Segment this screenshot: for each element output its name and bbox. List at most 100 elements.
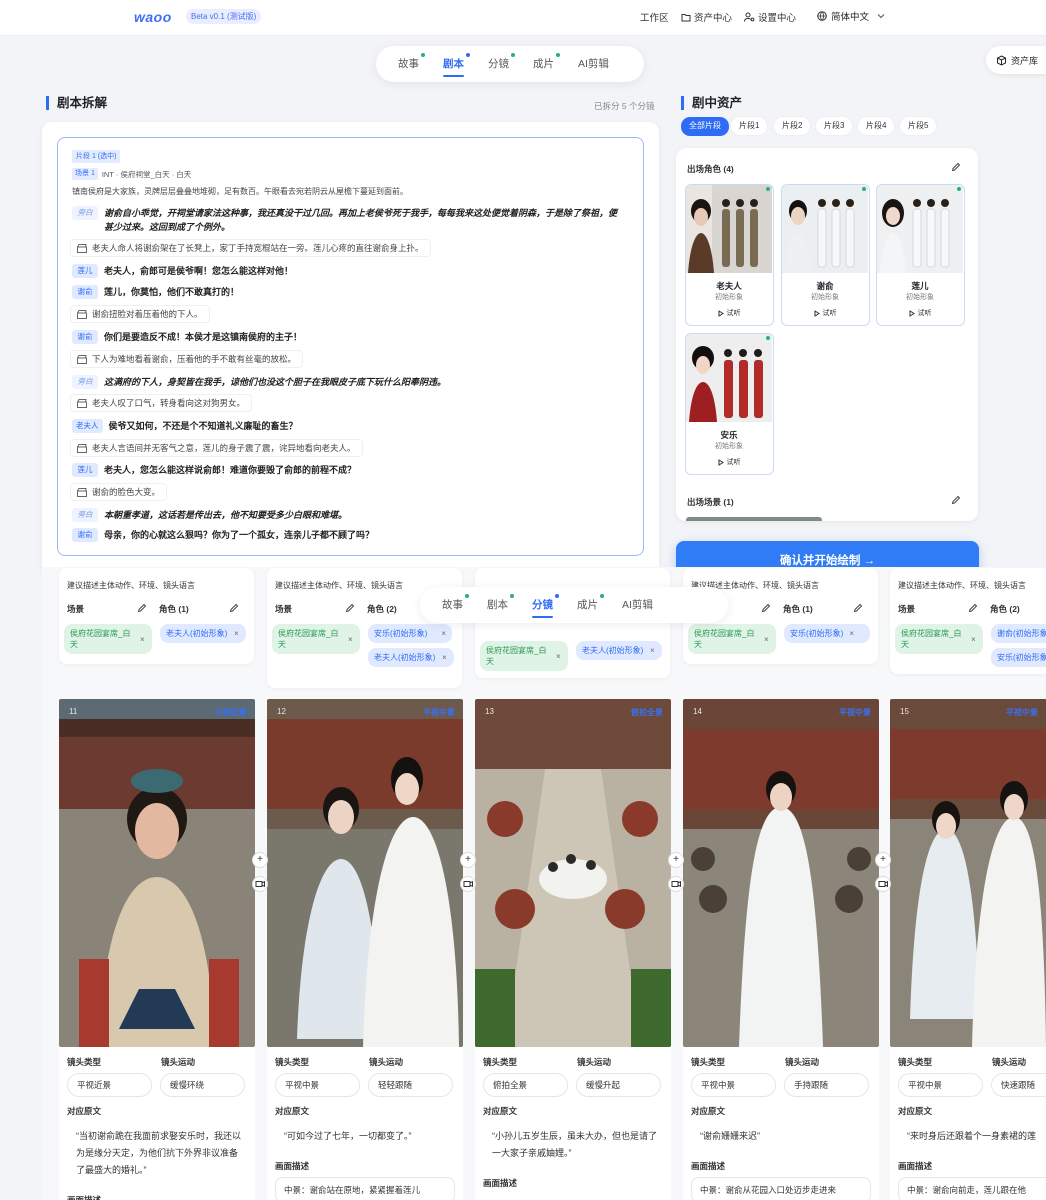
insert-shot-button[interactable]: + <box>253 853 267 867</box>
edit-icon[interactable] <box>229 603 239 613</box>
scene-chip[interactable]: 侯府花园宴席_白天 × <box>895 624 983 654</box>
asset-library-button[interactable]: 资产库 <box>986 46 1046 74</box>
shot-move-select[interactable]: 手持跟随 <box>784 1073 869 1097</box>
remove-icon[interactable]: × <box>971 634 976 645</box>
speaker-tag: 谢俞 <box>72 528 98 542</box>
tab-film[interactable]: 成片 <box>565 587 610 623</box>
role-chip[interactable]: 老夫人(初始形象) × <box>160 624 246 643</box>
shot-type-select[interactable]: 俯拍全景 <box>483 1073 568 1097</box>
status-dot <box>555 594 559 598</box>
segment-1-box[interactable]: 片段 1 (选中) 场景 1 INT · 侯府祠堂_白天 · 白天 镇南侯府是大… <box>57 137 644 556</box>
tab-storyboard[interactable]: 分镜 <box>476 46 521 82</box>
edit-icon[interactable] <box>951 162 961 172</box>
status-dot <box>466 53 470 57</box>
insert-shot-button[interactable]: + <box>876 853 890 867</box>
filter-segment-4[interactable]: 片段4 <box>858 117 895 135</box>
filter-segment-3[interactable]: 片段3 <box>816 117 853 135</box>
role-chip[interactable]: 谢俞(初始形象) <box>991 624 1046 643</box>
edit-icon[interactable] <box>761 603 771 613</box>
remove-icon[interactable]: × <box>140 634 145 645</box>
role-chip[interactable]: 老夫人(初始形象) × <box>368 648 454 667</box>
language-select[interactable]: 简体中文 <box>811 6 889 26</box>
shot-image[interactable]: 11 平视近景 <box>59 699 255 1047</box>
nav-workspace[interactable]: 工作区 <box>640 10 669 24</box>
shot-type-label: 镜头类型 <box>691 1057 726 1067</box>
character-name: 安乐 <box>720 430 738 440</box>
role-chip[interactable]: 安乐(初始形象) × <box>784 624 870 643</box>
audition-button[interactable]: 试听 <box>782 308 868 318</box>
shot-move-select[interactable]: 缓慢环绕 <box>160 1073 245 1097</box>
remove-icon[interactable]: × <box>650 645 655 656</box>
tab-storyboard[interactable]: 分镜 <box>520 587 565 623</box>
description-input[interactable]: 中景：谢俞向前走，莲儿跟在他 <box>898 1177 1046 1200</box>
nav-asset-center[interactable]: 资产中心 <box>681 10 732 24</box>
speaker-tag: 旁白 <box>72 508 98 522</box>
character-card[interactable]: 老夫人 初始形象 试听 <box>685 184 774 326</box>
chevron-down-icon <box>877 14 885 19</box>
video-icon[interactable] <box>253 877 267 891</box>
original-text: “谢俞姗姗来迟” <box>700 1131 760 1141</box>
insert-shot-button[interactable]: + <box>669 853 683 867</box>
shot-move-label: 镜头运动 <box>992 1057 1027 1067</box>
tab-story[interactable]: 故事 <box>386 46 431 82</box>
audition-button[interactable]: 试听 <box>686 308 772 318</box>
remove-icon[interactable]: × <box>234 628 239 639</box>
shot-image[interactable]: 13 俯拍全景 <box>475 699 671 1047</box>
remove-icon[interactable]: × <box>849 628 854 639</box>
segment-tag: 片段 1 (选中) <box>72 150 121 163</box>
scene-chip[interactable]: 侯府花园宴席_白天 × <box>272 624 360 654</box>
scene-chip[interactable]: 侯府花园宴席_白天 × <box>480 641 568 671</box>
role-chip[interactable]: 安乐(初始形象) × <box>368 624 452 643</box>
role-chip[interactable]: 安乐(初始形象) <box>991 648 1046 667</box>
filter-all[interactable]: 全部片段 <box>681 117 729 136</box>
tab-script[interactable]: 剧本 <box>431 46 476 82</box>
character-portrait <box>686 185 772 273</box>
edit-icon[interactable] <box>951 495 961 505</box>
shot-move-select[interactable]: 轻轻跟随 <box>368 1073 453 1097</box>
shot-type-select[interactable]: 平视中景 <box>275 1073 360 1097</box>
audition-button[interactable]: 试听 <box>686 457 772 467</box>
remove-icon[interactable]: × <box>441 628 446 639</box>
tab-ai-edit[interactable]: AI剪辑 <box>610 587 665 623</box>
edit-icon[interactable] <box>345 603 355 613</box>
role-chip[interactable]: 老夫人(初始形象) × <box>576 641 662 660</box>
filter-segment-2[interactable]: 片段2 <box>774 117 811 135</box>
character-card[interactable]: 安乐 初始形象 试听 <box>685 333 774 475</box>
remove-icon[interactable]: × <box>556 651 561 662</box>
remove-icon[interactable]: × <box>442 652 447 663</box>
tab-story[interactable]: 故事 <box>430 587 475 623</box>
edit-icon[interactable] <box>968 603 978 613</box>
shot-image[interactable]: 15 平视中景 <box>890 699 1046 1047</box>
shot-type-select[interactable]: 平视近景 <box>67 1073 152 1097</box>
character-card[interactable]: 谢俞 初始形象 试听 <box>781 184 870 326</box>
description-input[interactable]: 中景：谢俞站在原地，紧紧握着莲儿 <box>275 1177 455 1200</box>
edit-icon[interactable] <box>853 603 863 613</box>
video-icon[interactable] <box>461 877 475 891</box>
audition-button[interactable]: 试听 <box>877 308 963 318</box>
shot-image[interactable]: 12 平视中景 <box>267 699 463 1047</box>
shot-move-select[interactable]: 缓慢升起 <box>576 1073 661 1097</box>
shot-type-select[interactable]: 平视中景 <box>691 1073 776 1097</box>
nav-settings[interactable]: 设置中心 <box>744 10 796 24</box>
remove-icon[interactable]: × <box>348 634 353 645</box>
app-logo[interactable]: waoo <box>134 9 172 25</box>
scene-intro: 镇南侯府是大家族，灵牌层层叠叠地堆砌，足有数百。午眼看去宛若阴云从屋檐下蔓延到面… <box>72 187 408 196</box>
shot-image[interactable]: 14 平视中景 <box>683 699 879 1047</box>
shot-type-select[interactable]: 平视中景 <box>898 1073 983 1097</box>
video-icon[interactable] <box>669 877 683 891</box>
insert-shot-button[interactable]: + <box>461 853 475 867</box>
character-card[interactable]: 莲儿 初始形象 试听 <box>876 184 965 326</box>
tab-ai-edit[interactable]: AI剪辑 <box>566 46 621 82</box>
edit-icon[interactable] <box>137 603 147 613</box>
filter-segment-1[interactable]: 片段1 <box>731 117 768 135</box>
remove-icon[interactable]: × <box>764 634 769 645</box>
tab-script[interactable]: 剧本 <box>475 587 520 623</box>
scene-thumbnail[interactable] <box>686 517 822 521</box>
tab-film[interactable]: 成片 <box>521 46 566 82</box>
video-icon[interactable] <box>876 877 890 891</box>
filter-segment-5[interactable]: 片段5 <box>900 117 937 135</box>
shot-move-select[interactable]: 快速跟随 <box>991 1073 1046 1097</box>
description-input[interactable]: 中景：谢俞从花园入口处迈步走进来 <box>691 1177 871 1200</box>
scene-chip[interactable]: 侯府花园宴席_白天 × <box>688 624 776 654</box>
scene-chip[interactable]: 侯府花园宴席_白天 × <box>64 624 152 654</box>
